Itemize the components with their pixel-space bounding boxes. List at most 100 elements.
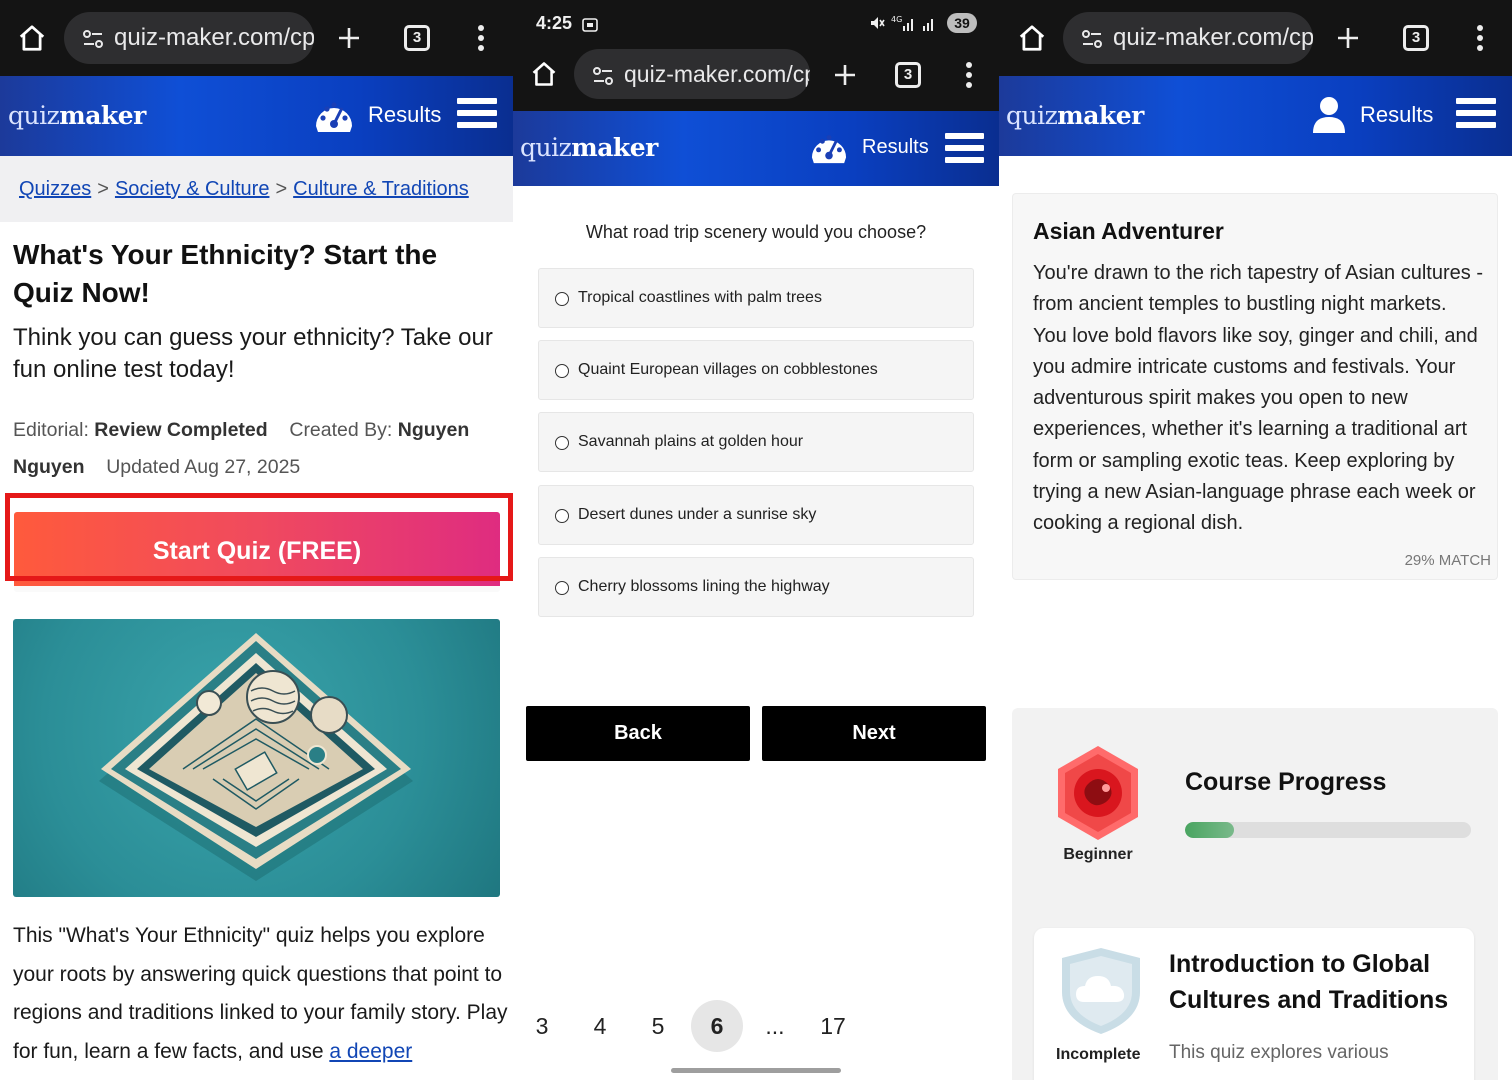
page-link[interactable]: 4: [574, 1000, 626, 1052]
hamburger-menu-icon[interactable]: [1456, 98, 1496, 134]
page-link[interactable]: 17: [807, 1000, 859, 1052]
editorial-status: Review Completed: [94, 419, 268, 441]
site-header: quizmaker Results: [513, 111, 999, 186]
patterned-diamond-illustration: [99, 633, 413, 881]
results-label: Results: [862, 135, 929, 158]
beginner-badge-icon: [1058, 746, 1138, 840]
url-text: quiz-maker.com/cp-: [624, 61, 810, 87]
result-title: Asian Adventurer: [1033, 218, 1224, 244]
updated-date: Updated Aug 27, 2025: [106, 456, 301, 478]
tab-count: 3: [1403, 25, 1429, 51]
course-status: Incomplete: [1056, 1046, 1141, 1063]
radio-button[interactable]: [555, 509, 569, 523]
more-menu-icon[interactable]: [474, 24, 488, 52]
breadcrumb-society-culture[interactable]: Society & Culture: [115, 178, 270, 200]
results-link[interactable]: Results: [1312, 96, 1433, 134]
new-tab-icon[interactable]: [1336, 26, 1360, 50]
answer-option[interactable]: Quaint European villages on cobblestones: [538, 340, 974, 400]
results-label: Results: [368, 102, 442, 127]
url-bar[interactable]: quiz-maker.com/cp-: [64, 12, 314, 64]
hamburger-menu-icon[interactable]: [457, 98, 497, 134]
status-bar: 4:25 4G 39: [513, 0, 999, 40]
browser-toolbar: quiz-maker.com/cp- 3: [999, 0, 1512, 76]
dashboard-gauge-icon: [811, 135, 847, 164]
page-title: What's Your Ethnicity? Start the Quiz No…: [13, 239, 438, 308]
quiz-hero-image: [13, 619, 500, 897]
battery-indicator: 39: [947, 13, 977, 33]
course-description: This quiz explores various: [1169, 1042, 1389, 1063]
back-button[interactable]: Back: [526, 706, 750, 761]
home-icon[interactable]: [530, 60, 558, 88]
quizmaker-logo[interactable]: quizmaker: [8, 101, 146, 130]
more-menu-icon[interactable]: [962, 61, 976, 89]
results-label: Results: [1360, 102, 1434, 127]
breadcrumb-culture-traditions[interactable]: Culture & Traditions: [293, 178, 469, 200]
page-link[interactable]: 3: [516, 1000, 568, 1052]
site-settings-icon[interactable]: [82, 28, 104, 50]
site-header: quizmaker Results: [999, 76, 1512, 156]
answer-option[interactable]: Savannah plains at golden hour: [538, 412, 974, 472]
breadcrumb-quizzes[interactable]: Quizzes: [19, 178, 91, 200]
question-panel: 4:25 4G 39 quiz-maker.com/cp- 3 quizmake…: [513, 0, 999, 1080]
user-icon: [1313, 97, 1345, 133]
quiz-meta: Editorial: Review Completed Created By: …: [13, 419, 470, 478]
hamburger-menu-icon[interactable]: [945, 133, 984, 169]
current-page[interactable]: 6: [691, 1000, 743, 1052]
new-tab-icon[interactable]: [833, 63, 857, 87]
course-card[interactable]: Incomplete Introduction to Global Cultur…: [1034, 928, 1474, 1080]
radio-button[interactable]: [555, 292, 569, 306]
home-icon[interactable]: [17, 23, 47, 53]
course-progress-title: Course Progress: [1185, 768, 1387, 796]
results-link[interactable]: Results: [314, 96, 441, 134]
course-progress-bar: [1185, 822, 1471, 838]
browser-toolbar: quiz-maker.com/cp- 3: [0, 0, 513, 76]
next-button[interactable]: Next: [762, 706, 986, 761]
course-progress-fill: [1185, 822, 1234, 838]
match-percentage: 29% MATCH: [1404, 552, 1491, 569]
mute-icon: [871, 17, 885, 29]
answer-option[interactable]: Cherry blossoms lining the highway: [538, 557, 974, 617]
question-text: What road trip scenery would you choose?: [585, 222, 927, 242]
badge-label: Beginner: [1063, 846, 1133, 863]
course-title: Introduction to Global Cultures and Trad…: [1169, 950, 1449, 1014]
highlight-box: [5, 493, 513, 581]
svg-text:4G: 4G: [891, 15, 902, 24]
quizmaker-logo[interactable]: quizmaker: [1006, 101, 1144, 130]
answer-option[interactable]: Tropical coastlines with palm trees: [538, 268, 974, 328]
page-ellipsis: ...: [765, 1013, 785, 1039]
site-settings-icon[interactable]: [1081, 28, 1103, 50]
deeper-link[interactable]: a deeper: [329, 1040, 412, 1063]
home-icon[interactable]: [1017, 23, 1047, 53]
screenshot-icon: [582, 18, 598, 32]
url-bar[interactable]: quiz-maker.com/cp-: [1063, 12, 1313, 64]
url-text: quiz-maker.com/cp-: [114, 24, 314, 51]
quizmaker-logo[interactable]: quizmaker: [520, 133, 658, 162]
url-bar[interactable]: quiz-maker.com/cp-: [574, 49, 810, 99]
radio-button[interactable]: [555, 581, 569, 595]
more-menu-icon[interactable]: [1473, 24, 1487, 52]
tab-count: 3: [404, 25, 430, 51]
page-link[interactable]: 5: [632, 1000, 684, 1052]
site-header: quizmaker Results: [0, 76, 513, 156]
landing-panel: quiz-maker.com/cp- 3 quizmaker Results Q…: [0, 0, 513, 1080]
site-settings-icon[interactable]: [592, 65, 614, 87]
pagination: 3 4 5 6 ... 17: [513, 1000, 999, 1052]
course-progress-card: Beginner Course Progress Incomplete Intr…: [1012, 708, 1498, 1080]
clock-time: 4:25: [536, 13, 573, 33]
radio-button[interactable]: [555, 364, 569, 378]
result-description: You're drawn to the rich tapestry of Asi…: [1033, 262, 1483, 535]
dashboard-gauge-icon: [316, 102, 352, 132]
browser-toolbar: quiz-maker.com/cp- 3: [513, 40, 999, 111]
tab-switcher-button[interactable]: 3: [895, 62, 921, 88]
tab-count: 3: [895, 62, 921, 88]
url-text: quiz-maker.com/cp-: [1113, 24, 1313, 51]
answer-option[interactable]: Desert dunes under a sunrise sky: [538, 485, 974, 545]
result-card: Asian Adventurer You're drawn to the ric…: [1012, 193, 1498, 580]
new-tab-icon[interactable]: [337, 26, 361, 50]
radio-button[interactable]: [555, 436, 569, 450]
gesture-bar[interactable]: [671, 1068, 841, 1073]
tab-switcher-button[interactable]: 3: [404, 25, 430, 51]
results-link[interactable]: Results: [810, 129, 929, 165]
signal-icon: 4G: [891, 15, 933, 31]
tab-switcher-button[interactable]: 3: [1403, 25, 1429, 51]
